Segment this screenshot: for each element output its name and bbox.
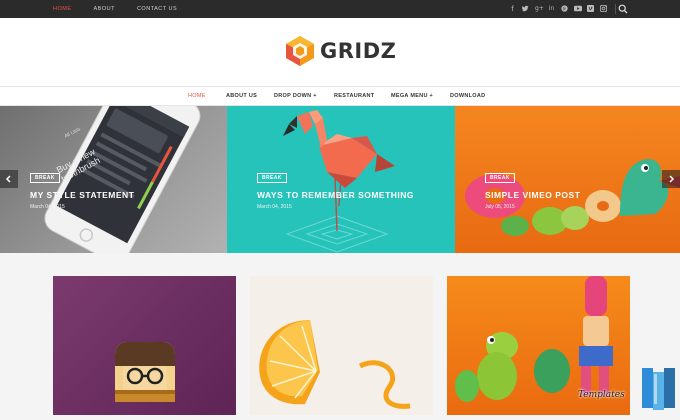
slide-my-style-statement[interactable]: All Lists Buy a new toothbrush BREAK MY … bbox=[0, 106, 227, 253]
watermark-logo: Templates bbox=[578, 360, 680, 415]
slide-simple-vimeo-post[interactable]: BREAK SIMPLE VIMEO POST July 05, 2015 bbox=[455, 106, 680, 253]
watermark-text: Templates bbox=[578, 390, 625, 400]
logo-text: GRIDZ bbox=[320, 39, 397, 63]
avatar-app-icon-image bbox=[115, 342, 175, 402]
twitter-icon[interactable] bbox=[521, 5, 529, 13]
search-icon[interactable] bbox=[618, 4, 628, 14]
linkedin-icon[interactable]: in bbox=[548, 5, 555, 13]
top-nav-contact[interactable]: CONTACT US bbox=[137, 0, 177, 18]
nav-item-restaurant[interactable]: RESTAURANT bbox=[334, 87, 374, 106]
nav-item-download[interactable]: DOWNLOAD bbox=[450, 87, 485, 106]
slide-date: March 04, 2015 bbox=[257, 204, 292, 210]
post-card[interactable] bbox=[53, 276, 236, 415]
social-icons: f g+ in bbox=[509, 0, 618, 18]
google-plus-icon[interactable]: g+ bbox=[535, 5, 544, 13]
slide-date: July 05, 2015 bbox=[485, 204, 515, 210]
category-tag[interactable]: BREAK bbox=[257, 173, 287, 183]
top-bar: HOME ABOUT CONTACT US f g+ in bbox=[0, 0, 680, 18]
facebook-icon[interactable]: f bbox=[509, 5, 516, 13]
site-logo[interactable]: GRIDZ bbox=[285, 35, 396, 67]
slide-title[interactable]: MY STYLE STATEMENT bbox=[30, 190, 134, 200]
logo-hexagon-icon bbox=[286, 36, 314, 66]
nav-item-drop-down[interactable]: DROP DOWN + bbox=[274, 87, 317, 106]
vimeo-icon[interactable] bbox=[587, 5, 594, 13]
slide-date: March 04, 2015 bbox=[30, 204, 65, 210]
top-nav-about[interactable]: ABOUT bbox=[94, 0, 115, 18]
youtube-icon[interactable] bbox=[574, 5, 582, 13]
slider-prev-button[interactable] bbox=[0, 170, 18, 188]
category-tag[interactable]: BREAK bbox=[485, 173, 515, 183]
pinterest-icon[interactable] bbox=[561, 5, 568, 13]
nav-item-home[interactable]: HOME bbox=[188, 87, 206, 106]
featured-slider: All Lists Buy a new toothbrush BREAK MY … bbox=[0, 106, 680, 253]
chevron-right-icon bbox=[669, 175, 675, 183]
orange-image bbox=[259, 320, 411, 409]
nav-item-mega-menu[interactable]: MEGA MENU + bbox=[391, 87, 433, 106]
slide-title[interactable]: SIMPLE VIMEO POST bbox=[485, 190, 580, 200]
category-tag[interactable]: BREAK bbox=[30, 173, 60, 183]
chevron-left-icon bbox=[5, 175, 11, 183]
divider bbox=[615, 4, 616, 14]
instagram-icon[interactable] bbox=[599, 4, 608, 13]
slide-title[interactable]: WAYS TO REMEMBER SOMETHING bbox=[257, 190, 414, 200]
top-nav-home[interactable]: HOME bbox=[53, 0, 72, 18]
site-header: GRIDZ bbox=[0, 18, 680, 86]
top-nav: HOME ABOUT CONTACT US bbox=[53, 0, 199, 18]
slide-ways-to-remember[interactable]: BREAK WAYS TO REMEMBER SOMETHING March 0… bbox=[227, 106, 455, 253]
book-logo-icon bbox=[642, 368, 675, 410]
main-nav: HOME ABOUT US DROP DOWN + RESTAURANT MEG… bbox=[0, 86, 680, 106]
post-card[interactable] bbox=[250, 276, 433, 415]
slider-next-button[interactable] bbox=[662, 170, 680, 188]
nav-item-about-us[interactable]: ABOUT US bbox=[226, 87, 257, 106]
